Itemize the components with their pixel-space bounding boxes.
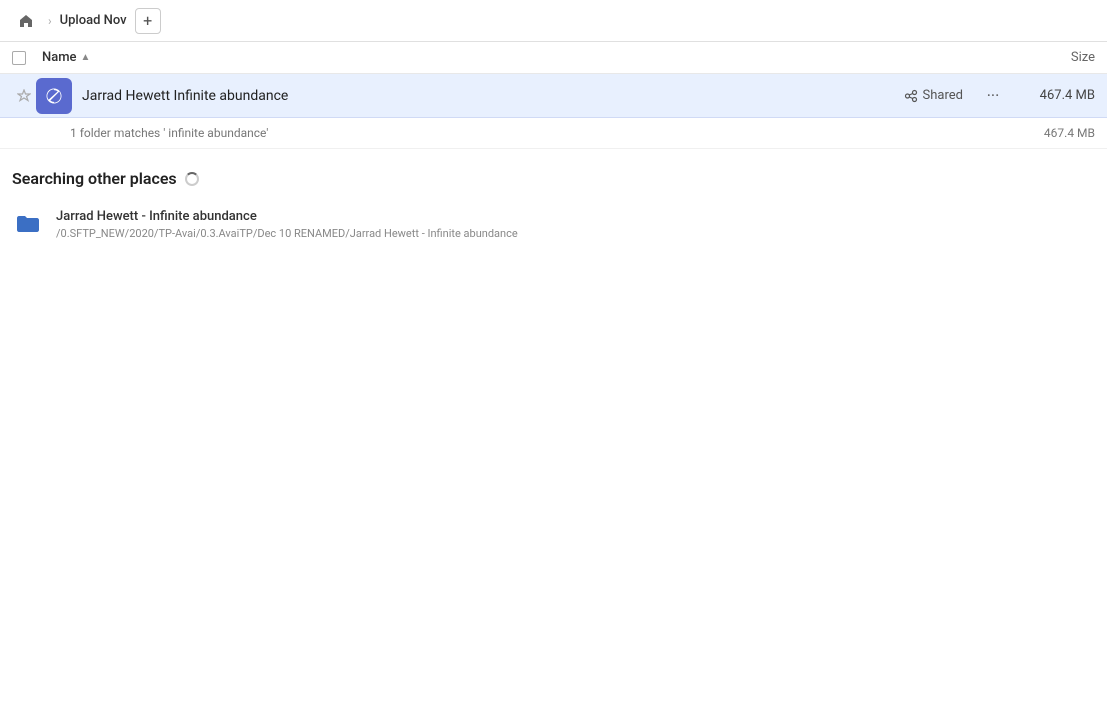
breadcrumb-current: Upload Nov	[60, 13, 127, 28]
primary-result-row[interactable]: Jarrad Hewett Infinite abundance Shared …	[0, 74, 1107, 118]
file-icon	[36, 78, 72, 114]
folder-icon	[12, 208, 44, 240]
primary-result-name: Jarrad Hewett Infinite abundance	[82, 88, 904, 104]
header-checkbox-col	[12, 51, 42, 65]
other-result-info: Jarrad Hewett - Infinite abundance /0.SF…	[56, 209, 518, 240]
new-tab-button[interactable]: +	[135, 8, 161, 34]
sort-icon: ▲	[81, 52, 91, 63]
name-column-header[interactable]: Name ▲	[42, 50, 995, 65]
column-headers: Name ▲ Size	[0, 42, 1107, 74]
list-item[interactable]: Jarrad Hewett - Infinite abundance /0.SF…	[0, 200, 1107, 248]
top-bar: › Upload Nov +	[0, 0, 1107, 42]
summary-size: 467.4 MB	[1044, 126, 1095, 140]
more-options-button[interactable]: ···	[979, 82, 1007, 110]
primary-result-size: 467.4 MB	[1015, 88, 1095, 103]
other-result-path: /0.SFTP_NEW/2020/TP-Avai/0.3.AvaiTP/Dec …	[56, 227, 518, 240]
breadcrumb-separator: ›	[48, 14, 52, 28]
other-section-header: Searching other places	[0, 149, 1107, 200]
shared-label: Shared	[923, 88, 963, 103]
summary-text: 1 folder matches ' infinite abundance'	[70, 126, 268, 140]
shared-badge: Shared	[904, 88, 963, 103]
loading-spinner	[185, 172, 199, 186]
other-results-list: Jarrad Hewett - Infinite abundance /0.SF…	[0, 200, 1107, 248]
size-column-header: Size	[995, 50, 1095, 65]
select-all-checkbox[interactable]	[12, 51, 26, 65]
other-section-title: Searching other places	[12, 169, 177, 188]
other-result-name: Jarrad Hewett - Infinite abundance	[56, 209, 518, 224]
home-button[interactable]	[12, 7, 40, 35]
star-button[interactable]	[12, 89, 36, 103]
summary-row: 1 folder matches ' infinite abundance' 4…	[0, 118, 1107, 149]
